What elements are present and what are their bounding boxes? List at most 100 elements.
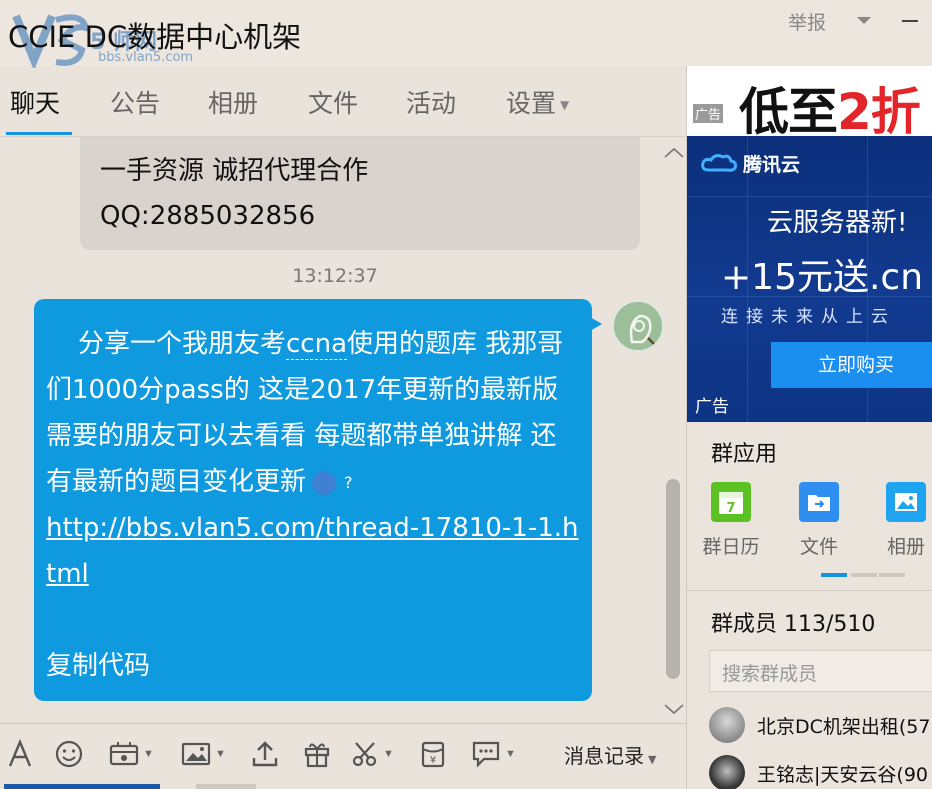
message-text: 分享一个我朋友考ccna使用的题库 我那哥们1000分pass的 这是2017年… xyxy=(46,321,580,505)
pager-dot-active[interactable] xyxy=(821,573,847,577)
message-history-button[interactable]: 消息记录 ▼ xyxy=(564,740,656,769)
tab-notice[interactable]: 公告 xyxy=(110,84,160,120)
avatar[interactable] xyxy=(612,300,664,352)
app-files[interactable]: 文件 xyxy=(784,482,854,559)
tab-files[interactable]: 文件 xyxy=(308,84,358,120)
ad-brand-name: 腾讯云 xyxy=(743,154,801,176)
minimize-button[interactable] xyxy=(898,10,922,30)
gift-button[interactable] xyxy=(302,738,332,770)
font-icon xyxy=(8,738,32,767)
group-apps-title: 群应用 xyxy=(711,442,778,467)
scrollbar-thumb[interactable] xyxy=(666,479,680,679)
dropdown-menu-button[interactable] xyxy=(852,10,876,30)
message-history-label: 消息记录 xyxy=(564,744,644,768)
taskbar-thumbnail xyxy=(196,784,256,789)
caret-down-icon: ▼ xyxy=(215,748,226,760)
divider xyxy=(687,590,932,591)
tab-bar: 聊天 公告 相册 文件 活动 设置 ▼ xyxy=(0,78,686,138)
pager-dot[interactable] xyxy=(879,573,905,577)
scroll-up-button[interactable] xyxy=(662,143,686,161)
decorative-line xyxy=(687,196,932,197)
ad-label: 广告 xyxy=(693,104,724,123)
taskbar-thumbnail xyxy=(4,784,160,789)
avatar xyxy=(709,707,745,743)
window-title: CCIE DC数据中心机架 xyxy=(8,20,302,54)
upload-button[interactable] xyxy=(250,738,280,770)
scissors-icon xyxy=(352,742,377,767)
app-calendar[interactable]: 7 群日历 xyxy=(696,482,766,559)
member-item[interactable]: 王铭志|天安云谷(90 xyxy=(709,754,932,789)
question-emoji-icon: ? xyxy=(312,470,353,495)
avatar xyxy=(709,755,745,789)
screenshot-button[interactable]: ▼ xyxy=(350,738,394,770)
red-packet-button[interactable]: ¥ xyxy=(418,738,448,770)
tab-settings[interactable]: 设置 ▼ xyxy=(506,84,569,120)
member-name: 王铭志|天安云谷(90 xyxy=(757,763,928,786)
image-icon xyxy=(886,482,926,522)
emoji-button[interactable] xyxy=(54,738,84,770)
folder-icon xyxy=(799,482,839,522)
ad-headline-text: 低至 xyxy=(739,83,838,136)
app-album[interactable]: 相册 xyxy=(871,482,932,559)
svg-text:7: 7 xyxy=(726,501,735,516)
caret-down-icon: ▼ xyxy=(560,98,570,112)
ad-text-line3: 连接未来从上云 xyxy=(721,307,896,327)
message-bubble-sent[interactable]: 分享一个我朋友考ccna使用的题库 我那哥们1000分pass的 这是2017年… xyxy=(34,299,592,701)
gift-icon xyxy=(304,743,330,768)
chat-area[interactable]: 一手资源 诚招代理合作 QQ:2885032856 13:12:37 分享一个我… xyxy=(0,137,686,723)
message-timestamp: 13:12:37 xyxy=(292,265,378,287)
message-bubble-previous[interactable]: 一手资源 诚招代理合作 QQ:2885032856 xyxy=(80,137,640,250)
member-item[interactable]: 北京DC机架出租(57 xyxy=(709,706,932,744)
message-line: QQ:2885032856 xyxy=(100,201,316,231)
ad-text-line2: +15元送.cn xyxy=(721,257,924,298)
message-line: 一手资源 诚招代理合作 xyxy=(100,156,369,186)
member-name: 北京DC机架出租(57 xyxy=(757,715,931,738)
report-button[interactable]: 举报 xyxy=(788,8,826,35)
scroll-down-button[interactable] xyxy=(662,699,686,717)
caret-down-icon: ▼ xyxy=(143,748,154,760)
font-button[interactable] xyxy=(6,738,34,770)
tab-album[interactable]: 相册 xyxy=(208,84,258,120)
message-text-start: 分享一个我朋友考 xyxy=(78,329,287,359)
group-members-title: 群成员 113/510 xyxy=(711,612,876,637)
title-bar: 5 师网 bbs.vlan5.com CCIE DC数据中心机架 举报 xyxy=(0,0,932,71)
bubble-tail xyxy=(590,317,602,331)
ad-headline: 低至2折 xyxy=(739,72,921,136)
message-link[interactable]: http://bbs.vlan5.com/thread-17810-1-1.ht… xyxy=(46,505,580,597)
caret-down-icon: ▼ xyxy=(383,748,394,760)
member-search-input[interactable]: 搜索群成员 xyxy=(709,650,932,692)
calendar-icon: 7 xyxy=(711,482,751,522)
ad-banner-tencent-cloud[interactable]: 腾讯云 云服务器新! +15元送.cn 连接未来从上云 立即购买 广告 xyxy=(687,136,932,422)
minimize-icon xyxy=(902,20,918,22)
tab-settings-label: 设置 xyxy=(506,89,557,118)
red-packet-icon: ¥ xyxy=(421,741,445,768)
app-label: 群日历 xyxy=(702,536,760,558)
image-button[interactable]: ▼ xyxy=(180,738,226,770)
svg-text:¥: ¥ xyxy=(430,755,436,766)
smiley-icon xyxy=(55,740,83,768)
caret-down-icon: ▼ xyxy=(648,753,657,766)
active-tab-indicator xyxy=(6,132,72,135)
right-panel: 广告 低至2折 腾讯云 云服务器新! +15元送.cn 连接未来从上云 立即购买… xyxy=(686,66,932,789)
input-toolbar: ▼ ▼ ▼ ¥ ▼ 消息记录 ▼ xyxy=(0,724,686,789)
app-label: 文件 xyxy=(799,536,838,558)
ad-label: 广告 xyxy=(695,397,729,417)
group-apps: 7 群日历 文件 相册 xyxy=(687,482,932,562)
caret-down-icon: ▼ xyxy=(505,748,516,760)
tab-chat[interactable]: 聊天 xyxy=(10,84,60,120)
tencent-cloud-logo-icon xyxy=(701,153,737,172)
gif-icon xyxy=(109,742,139,766)
message-options-icon xyxy=(472,741,500,768)
keyword-highlight[interactable]: ccna xyxy=(286,329,348,360)
chevron-down-icon xyxy=(664,704,684,715)
user-avatar-icon xyxy=(614,302,662,350)
ad-buy-button[interactable]: 立即购买 xyxy=(771,342,932,388)
copy-code-button[interactable]: 复制代码 xyxy=(46,643,580,689)
gif-button[interactable]: ▼ xyxy=(108,738,154,770)
more-features-button[interactable]: ▼ xyxy=(470,738,516,770)
ad-headline-red: 2折 xyxy=(837,83,921,136)
pager-dot[interactable] xyxy=(851,573,877,577)
ad-text-line1: 云服务器新! xyxy=(767,208,908,238)
tab-activity[interactable]: 活动 xyxy=(406,84,456,120)
ad-banner-top[interactable]: 广告 低至2折 xyxy=(687,66,932,136)
